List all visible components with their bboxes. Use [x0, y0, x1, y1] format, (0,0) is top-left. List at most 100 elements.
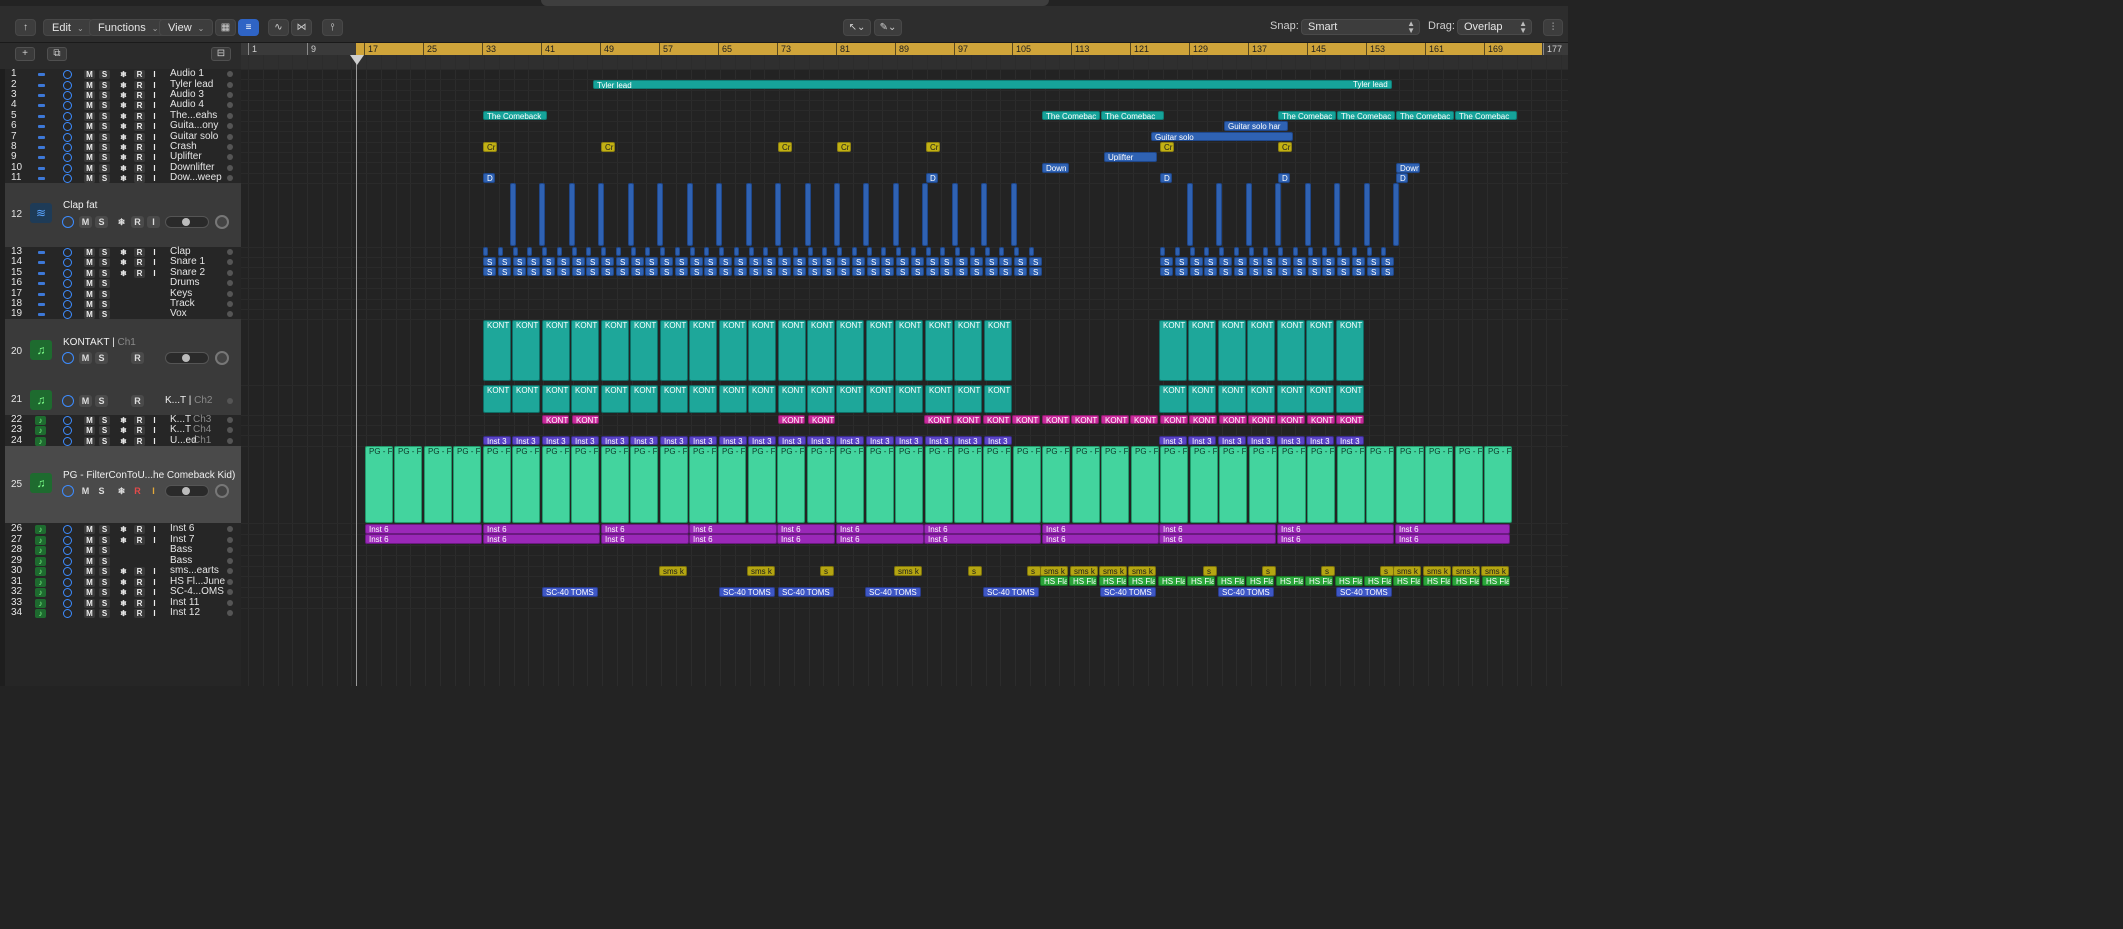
region-pg-filter[interactable]: PG - F [1042, 446, 1070, 523]
playhead[interactable] [356, 55, 357, 686]
region-inst-3[interactable]: Inst 3 [1159, 436, 1187, 445]
region-snare[interactable]: S [1263, 257, 1276, 266]
region-pg-filter[interactable]: PG - F [1249, 446, 1277, 523]
mute-button[interactable]: M [84, 133, 95, 142]
power-icon[interactable] [62, 352, 74, 364]
input-monitor-button[interactable]: I [149, 91, 160, 100]
region-downlifter[interactable]: Down [1396, 163, 1420, 173]
region-kontakt-ch3[interactable]: KONT [1071, 415, 1099, 424]
region-down-sweep[interactable]: D [1396, 173, 1408, 183]
power-icon[interactable] [63, 133, 72, 142]
mute-button[interactable]: M [84, 557, 95, 566]
power-icon[interactable] [63, 310, 72, 319]
power-icon[interactable] [63, 279, 72, 288]
ruler-bar-label[interactable]: 97 [954, 43, 968, 55]
region-inst-7[interactable]: Inst 6 [689, 534, 777, 544]
region-inst-3[interactable]: Inst 3 [542, 436, 570, 445]
region-snare[interactable]: S [1352, 257, 1365, 266]
region-down-sweep[interactable]: D [483, 173, 495, 183]
region-pg-filter[interactable]: PG - F [718, 446, 746, 523]
region-hs-flute[interactable]: HS Fla [1305, 576, 1333, 586]
track-row[interactable]: 23 ♪ M S ❄ R I K...T Ch4 [5, 424, 241, 435]
solo-button[interactable]: S [99, 300, 110, 309]
region-snare[interactable]: S [1308, 267, 1321, 276]
track-row[interactable]: 4 M S ❄ R I Audio 4 [5, 99, 241, 110]
record-enable-button[interactable]: R [134, 133, 145, 142]
region-snare[interactable]: S [1014, 267, 1027, 276]
pan-knob[interactable] [215, 215, 229, 229]
region-clap[interactable] [955, 247, 960, 256]
region-clap-fat[interactable] [687, 183, 693, 246]
region-sms-hearts[interactable]: s [1027, 566, 1041, 576]
volume-slider[interactable] [165, 485, 209, 497]
pencil-tool-icon[interactable]: ✎⌄ [874, 19, 902, 36]
freeze-icon[interactable]: ❄ [118, 588, 129, 597]
region-inst-3[interactable]: Inst 3 [1247, 436, 1275, 445]
mute-button[interactable]: M [84, 143, 95, 152]
region-sms-hearts[interactable]: sms k [1481, 566, 1509, 576]
region-kontakt-ch2[interactable]: KONT [1306, 385, 1334, 413]
region-clap[interactable] [1029, 247, 1034, 256]
region-snare[interactable]: S [793, 267, 806, 276]
region-pg-filter[interactable]: PG - F [365, 446, 393, 523]
region-snare[interactable]: S [1234, 257, 1247, 266]
region-snare[interactable]: S [513, 267, 526, 276]
region-hs-flute[interactable]: HS Fla [1040, 576, 1068, 586]
region-kontakt[interactable]: KONT [719, 320, 747, 381]
region-sms-hearts[interactable]: s [1321, 566, 1335, 576]
region-snare[interactable]: S [1381, 267, 1394, 276]
region-kontakt[interactable]: KONT [542, 320, 570, 381]
region-snare[interactable]: S [616, 267, 629, 276]
region-inst-6[interactable]: Inst 6 [1277, 524, 1394, 534]
solo-button[interactable]: S [99, 258, 110, 267]
track-row[interactable]: 19 M S Vox [5, 308, 241, 319]
region-snare[interactable]: S [1160, 267, 1173, 276]
region-link-icon[interactable] [38, 115, 45, 118]
region-pg-filter[interactable]: PG - F [1396, 446, 1424, 523]
mute-button[interactable]: M [84, 112, 95, 121]
track-row[interactable]: 9 M S ❄ R I Uplifter [5, 151, 241, 162]
record-enable-button[interactable]: R [131, 395, 144, 407]
region-inst-6[interactable]: Inst 6 [924, 524, 1041, 534]
power-icon[interactable] [63, 599, 72, 608]
region-hs-flute[interactable]: HS Fla [1452, 576, 1480, 586]
region-snare[interactable]: S [970, 257, 983, 266]
region-clap-fat[interactable] [1246, 183, 1252, 246]
region-inst-6[interactable]: Inst 6 [689, 524, 777, 534]
region-clap-fat[interactable] [952, 183, 958, 246]
solo-button[interactable]: S [99, 101, 110, 110]
region-sc40-toms[interactable]: SC-40 TOMS [778, 587, 834, 597]
pan-knob[interactable] [215, 484, 229, 498]
region-snare[interactable]: S [631, 267, 644, 276]
region-snare[interactable]: S [867, 267, 880, 276]
region-snare[interactable]: S [852, 267, 865, 276]
region-snare[interactable]: S [1249, 257, 1262, 266]
record-enable-button[interactable]: R [134, 112, 145, 121]
track-row[interactable]: 18 M S Track [5, 298, 241, 309]
region-clap[interactable] [719, 247, 724, 256]
region-snare[interactable]: S [1204, 267, 1217, 276]
region-kontakt-ch3[interactable]: KONT [1012, 415, 1040, 424]
input-monitor-button[interactable]: I [149, 174, 160, 183]
mute-button[interactable]: M [84, 174, 95, 183]
freeze-icon[interactable]: ❄ [118, 174, 129, 183]
region-clap[interactable] [542, 247, 547, 256]
region-inst-7[interactable]: Inst 6 [1395, 534, 1510, 544]
region-snare[interactable]: S [704, 267, 717, 276]
freeze-icon[interactable]: ❄ [118, 578, 129, 587]
region-snare[interactable]: S [1029, 267, 1042, 276]
region-clap[interactable] [1278, 247, 1283, 256]
region-tyler-lead[interactable]: Tyler lead [1350, 80, 1392, 89]
region-snare[interactable]: S [498, 267, 511, 276]
region-snare[interactable]: S [1190, 257, 1203, 266]
region-inst-7[interactable]: Inst 6 [1042, 534, 1159, 544]
region-inst-6[interactable]: Inst 6 [483, 524, 600, 534]
region-inst-3[interactable]: Inst 3 [895, 436, 923, 445]
solo-button[interactable]: S [99, 164, 110, 173]
region-pg-filter[interactable]: PG - F [807, 446, 835, 523]
region-clap-fat[interactable] [1216, 183, 1222, 246]
region-kontakt[interactable]: KONT [483, 320, 511, 381]
region-link-icon[interactable] [38, 125, 45, 128]
region-kontakt[interactable]: KONT [866, 320, 894, 381]
region-kontakt[interactable]: KONT [630, 320, 658, 381]
